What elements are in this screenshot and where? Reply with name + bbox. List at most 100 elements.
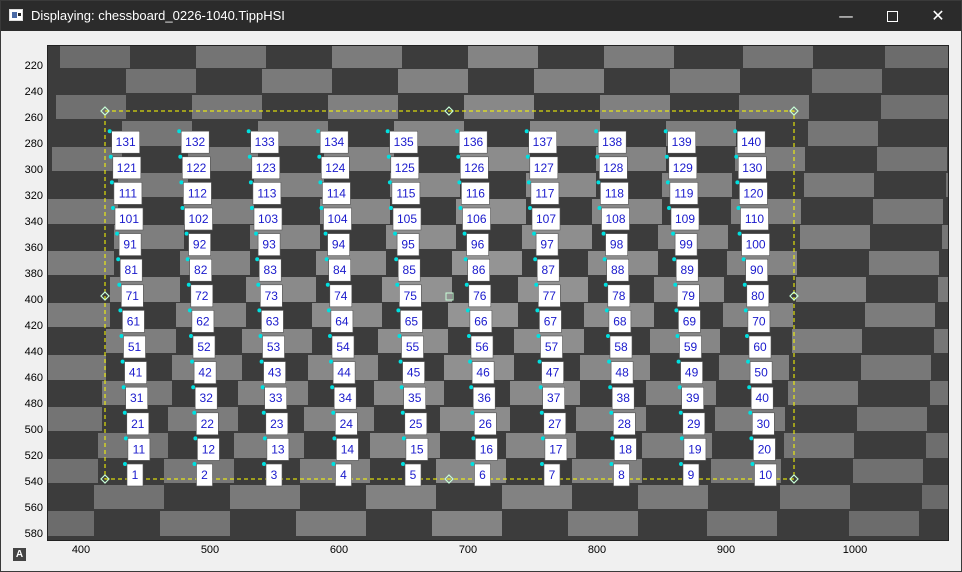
corner-marker[interactable] [526, 180, 531, 185]
corner-marker[interactable] [597, 206, 602, 210]
corner-marker[interactable] [393, 231, 398, 236]
corner-marker[interactable] [193, 436, 198, 441]
corner-marker[interactable] [677, 385, 682, 390]
corner-marker[interactable] [737, 231, 742, 236]
corner-marker[interactable] [257, 308, 262, 313]
corner-marker[interactable] [537, 359, 542, 364]
corner-marker[interactable] [674, 308, 679, 313]
corner-marker[interactable] [187, 308, 192, 313]
corner-marker[interactable] [325, 282, 330, 287]
corner-marker[interactable] [108, 154, 113, 159]
corner-marker[interactable] [462, 231, 467, 236]
corner-marker[interactable] [119, 334, 124, 338]
corner-marker[interactable] [331, 462, 336, 466]
corner-marker[interactable] [331, 410, 336, 415]
corner-marker[interactable] [256, 282, 261, 287]
maximize-button[interactable] [869, 1, 915, 31]
corner-marker[interactable] [399, 385, 404, 390]
corner-marker[interactable] [246, 129, 251, 134]
corner-marker[interactable] [385, 129, 390, 134]
corner-marker[interactable] [111, 206, 115, 210]
corner-marker[interactable] [471, 436, 476, 441]
corner-marker[interactable] [397, 334, 402, 338]
corner-marker[interactable] [179, 180, 184, 185]
corner-marker[interactable] [248, 180, 253, 185]
corner-marker[interactable] [458, 206, 463, 210]
corner-marker[interactable] [663, 129, 668, 134]
corner-marker[interactable] [120, 359, 125, 364]
corner-marker[interactable] [400, 410, 405, 415]
corner-marker[interactable] [610, 436, 615, 441]
corner-marker[interactable] [465, 308, 470, 313]
corner-marker[interactable] [262, 436, 267, 441]
corner-marker[interactable] [735, 180, 740, 185]
corner-marker[interactable] [185, 257, 190, 262]
corner-marker[interactable] [746, 359, 751, 364]
corner-marker[interactable] [255, 257, 260, 262]
corner-marker[interactable] [535, 308, 540, 313]
corner-marker[interactable] [123, 462, 127, 466]
corner-marker[interactable] [254, 231, 259, 236]
corner-marker[interactable] [186, 282, 191, 287]
corner-marker[interactable] [750, 462, 755, 466]
corner-marker[interactable] [191, 385, 196, 390]
corner-marker[interactable] [470, 410, 475, 415]
corner-marker[interactable] [192, 462, 197, 466]
corner-marker[interactable] [387, 180, 392, 185]
corner-marker[interactable] [318, 180, 323, 185]
corner-marker[interactable] [743, 308, 748, 313]
corner-marker[interactable] [467, 334, 471, 338]
corner-marker[interactable] [736, 206, 741, 210]
close-button[interactable]: ✕ [915, 1, 961, 31]
corner-marker[interactable] [604, 308, 609, 313]
corner-marker[interactable] [456, 154, 461, 159]
corner-marker[interactable] [594, 129, 599, 134]
corner-marker[interactable] [180, 206, 185, 210]
corner-marker[interactable] [536, 334, 541, 338]
corner-marker[interactable] [324, 257, 329, 262]
corner-marker[interactable] [395, 282, 400, 287]
corner-marker[interactable] [261, 410, 266, 415]
corner-marker[interactable] [664, 154, 669, 159]
corner-marker[interactable] [115, 231, 120, 236]
corner-marker[interactable] [326, 308, 331, 313]
corner-marker[interactable] [678, 410, 683, 415]
title-bar[interactable]: Displaying: chessboard_0226-1040.TippHSI… [1, 1, 961, 31]
image-plot-area[interactable]: 1 2 3 4 5 6 7 8 9 10 11 12 13 14 15 16 17 18 19 20 21 22 23 24 2… [47, 45, 949, 541]
corner-marker[interactable] [190, 359, 195, 364]
corner-marker[interactable] [596, 180, 601, 185]
corner-marker[interactable] [116, 257, 121, 262]
corner-marker[interactable] [317, 154, 322, 159]
corner-marker[interactable] [539, 410, 544, 415]
corner-marker[interactable] [260, 385, 265, 390]
corner-marker[interactable] [316, 129, 321, 134]
corner-marker[interactable] [533, 257, 538, 262]
corner-marker[interactable] [178, 154, 183, 159]
corner-marker[interactable] [329, 359, 334, 364]
corner-marker[interactable] [676, 359, 681, 364]
corner-marker[interactable] [394, 257, 399, 262]
corner-marker[interactable] [470, 462, 475, 466]
corner-marker[interactable] [667, 206, 671, 210]
corner-marker[interactable] [262, 462, 266, 466]
chessboard-image[interactable]: 1 2 3 4 5 6 7 8 9 1011 12 13 14 15 16 17 18 19 2021 22 23 24 2… [48, 46, 949, 541]
corner-marker[interactable] [608, 385, 613, 390]
corner-marker[interactable] [332, 436, 337, 441]
corner-marker[interactable] [734, 154, 739, 159]
corner-marker[interactable] [396, 308, 401, 313]
corner-marker[interactable] [609, 410, 614, 415]
corner-marker[interactable] [679, 436, 684, 441]
corner-marker[interactable] [741, 257, 746, 262]
corner-marker[interactable] [184, 231, 189, 236]
corner-marker[interactable] [457, 180, 462, 185]
corner-marker[interactable] [258, 334, 263, 338]
corner-marker[interactable] [538, 385, 543, 390]
corner-marker[interactable] [534, 282, 539, 287]
corner-marker[interactable] [673, 282, 678, 287]
corner-marker[interactable] [389, 206, 393, 210]
corner-marker[interactable] [601, 231, 606, 236]
corner-marker[interactable] [464, 282, 469, 287]
corner-marker[interactable] [386, 154, 391, 159]
corner-marker[interactable] [540, 436, 545, 441]
corner-marker[interactable] [672, 257, 677, 262]
